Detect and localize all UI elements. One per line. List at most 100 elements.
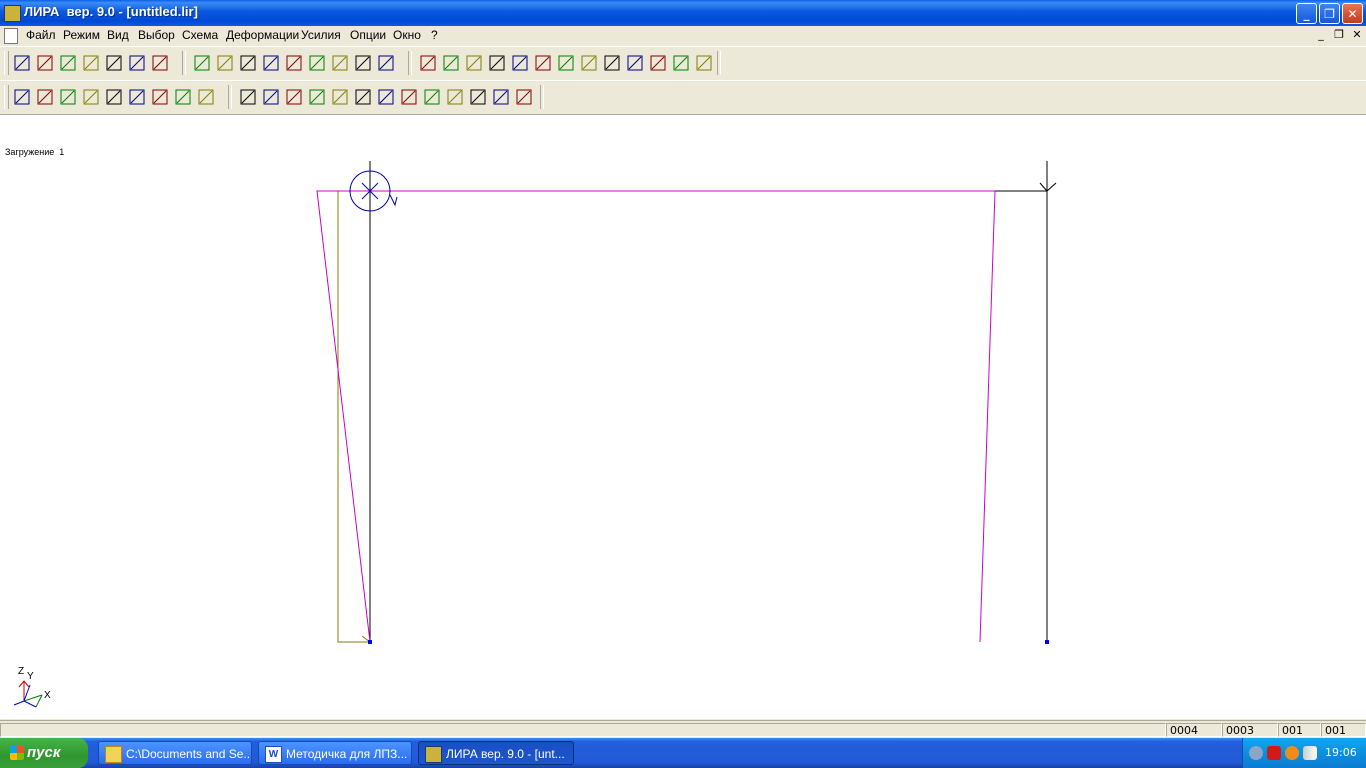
bell-icon[interactable]	[491, 87, 511, 107]
rotation-diagram-icon[interactable]	[150, 87, 170, 107]
normal-force-icon[interactable]	[150, 53, 170, 73]
task-label: Методичка для ЛПЗ...	[286, 747, 408, 761]
maximize-button[interactable]: ❐	[1319, 3, 1340, 24]
zoom-window-icon[interactable]	[376, 53, 396, 73]
menu-view[interactable]: Вид	[107, 28, 129, 42]
menu-bar: Файл Режим Вид Выбор Схема Деформации Ус…	[0, 26, 1366, 45]
frame-schema-3-icon[interactable]	[58, 87, 78, 107]
zoom-minus-icon[interactable]	[487, 53, 507, 73]
menu-mode[interactable]: Режим	[63, 28, 100, 42]
arch-icon[interactable]	[284, 87, 304, 107]
antivirus-icon[interactable]	[1285, 746, 1299, 760]
start-button[interactable]: пуск	[0, 738, 88, 768]
task-lira[interactable]: ЛИРА вер. 9.0 - [unt...	[418, 741, 574, 765]
mosaic-2-icon[interactable]	[307, 87, 327, 107]
zoom-plus-icon[interactable]	[464, 53, 484, 73]
left-support[interactable]	[368, 640, 372, 644]
moment-diagram-icon[interactable]	[81, 87, 101, 107]
zoom-all-icon[interactable]	[510, 53, 530, 73]
toolbar-separator	[408, 51, 412, 75]
menu-forces[interactable]: Усилия	[301, 28, 341, 42]
analysis-toolbar	[0, 80, 1366, 114]
help-icon[interactable]	[694, 53, 714, 73]
save-scheme-icon[interactable]	[35, 53, 55, 73]
mosaic-1-icon[interactable]	[261, 87, 281, 107]
toolbar-grip[interactable]	[4, 51, 9, 75]
system-tray: 19:06	[1242, 738, 1366, 768]
minimize-button[interactable]: _	[1296, 3, 1317, 24]
status-message	[0, 723, 1166, 737]
mdi-minimize-button[interactable]: _	[1313, 28, 1329, 42]
app-icon[interactable]	[4, 5, 21, 22]
numbers-12-icon[interactable]	[399, 87, 419, 107]
stress-icon[interactable]	[468, 87, 488, 107]
network-icon[interactable]	[1303, 746, 1317, 760]
paint-icon[interactable]	[533, 53, 553, 73]
back-arrow-icon[interactable]	[1249, 746, 1263, 760]
pencil-icon[interactable]	[330, 53, 350, 73]
rotate-icon[interactable]	[284, 53, 304, 73]
folder-icon	[105, 746, 122, 763]
axis-y-label: Y	[27, 671, 34, 682]
menu-deformations[interactable]: Деформации	[226, 28, 299, 42]
filter-icon[interactable]	[418, 53, 438, 73]
mosaic-3-icon[interactable]	[330, 87, 350, 107]
menu-scheme[interactable]: Схема	[182, 28, 218, 42]
menu-help[interactable]: ?	[431, 28, 438, 42]
deformation-z-icon[interactable]	[127, 53, 147, 73]
loads-icon[interactable]	[58, 53, 78, 73]
frame-schema-2-icon[interactable]	[35, 87, 55, 107]
grid-frame-icon[interactable]	[238, 87, 258, 107]
task-explorer[interactable]: C:\Documents and Se...	[98, 741, 252, 765]
notepad-icon[interactable]	[602, 53, 622, 73]
menu-window[interactable]: Окно	[393, 28, 421, 42]
book-icon[interactable]	[648, 53, 668, 73]
deformation-x-icon[interactable]	[81, 53, 101, 73]
marker-icon[interactable]	[556, 53, 576, 73]
clock[interactable]: 19:06	[1325, 746, 1357, 759]
right-support[interactable]	[1045, 640, 1049, 644]
page-icon[interactable]	[422, 87, 442, 107]
frame-drawing[interactable]: Z Y X	[0, 115, 1366, 719]
camera-icon[interactable]	[671, 53, 691, 73]
shear-diagram-icon[interactable]	[104, 87, 124, 107]
force-arrow-icon[interactable]	[1039, 182, 1057, 192]
mdi-close-button[interactable]: ✕	[1349, 28, 1365, 42]
menu-options[interactable]: Опции	[350, 28, 386, 42]
drawing-canvas[interactable]: Загружение 1 Z Y X	[0, 114, 1366, 719]
kv-icon[interactable]	[514, 87, 534, 107]
zoom-in-icon[interactable]	[353, 53, 373, 73]
load-scheme-icon[interactable]	[12, 53, 32, 73]
frame-schema-1-icon[interactable]	[12, 87, 32, 107]
status-cell-1: 0004	[1166, 723, 1222, 737]
menu-select[interactable]: Выбор	[138, 28, 175, 42]
deflection-diagram-icon[interactable]	[127, 87, 147, 107]
ruler-icon[interactable]	[173, 87, 193, 107]
opera-icon[interactable]	[1267, 746, 1281, 760]
layers-icon[interactable]	[579, 53, 599, 73]
document-icon[interactable]	[4, 28, 18, 44]
flag-icon[interactable]	[307, 53, 327, 73]
toolbar-separator	[228, 85, 232, 109]
close-button[interactable]: ✕	[1342, 3, 1363, 24]
mosaic-m-icon[interactable]	[376, 87, 396, 107]
deformation-y-icon[interactable]	[104, 53, 124, 73]
mosaic-n-icon[interactable]	[353, 87, 373, 107]
toolbar-grip[interactable]	[4, 85, 9, 109]
title-bar[interactable]: ЛИРА вер. 9.0 - [untitled.lir] _ ❐ ✕	[0, 0, 1366, 26]
projection-yz-icon[interactable]	[238, 53, 258, 73]
projection-xz-icon[interactable]	[215, 53, 235, 73]
bars-icon[interactable]	[445, 87, 465, 107]
task-label: ЛИРА вер. 9.0 - [unt...	[446, 747, 565, 761]
taskbar: пуск C:\Documents and Se... W Методичка …	[0, 738, 1366, 768]
axis-x-label: X	[44, 690, 51, 701]
leaf-icon[interactable]	[196, 87, 216, 107]
projection-xy-icon[interactable]	[261, 53, 281, 73]
mdi-restore-button[interactable]: ❐	[1331, 28, 1347, 42]
fragment-icon[interactable]	[441, 53, 461, 73]
axes-xz-icon[interactable]	[192, 53, 212, 73]
palette-icon[interactable]	[625, 53, 645, 73]
task-word[interactable]: W Методичка для ЛПЗ...	[258, 741, 412, 765]
menu-file[interactable]: Файл	[26, 28, 56, 42]
main-toolbar	[0, 46, 1366, 80]
